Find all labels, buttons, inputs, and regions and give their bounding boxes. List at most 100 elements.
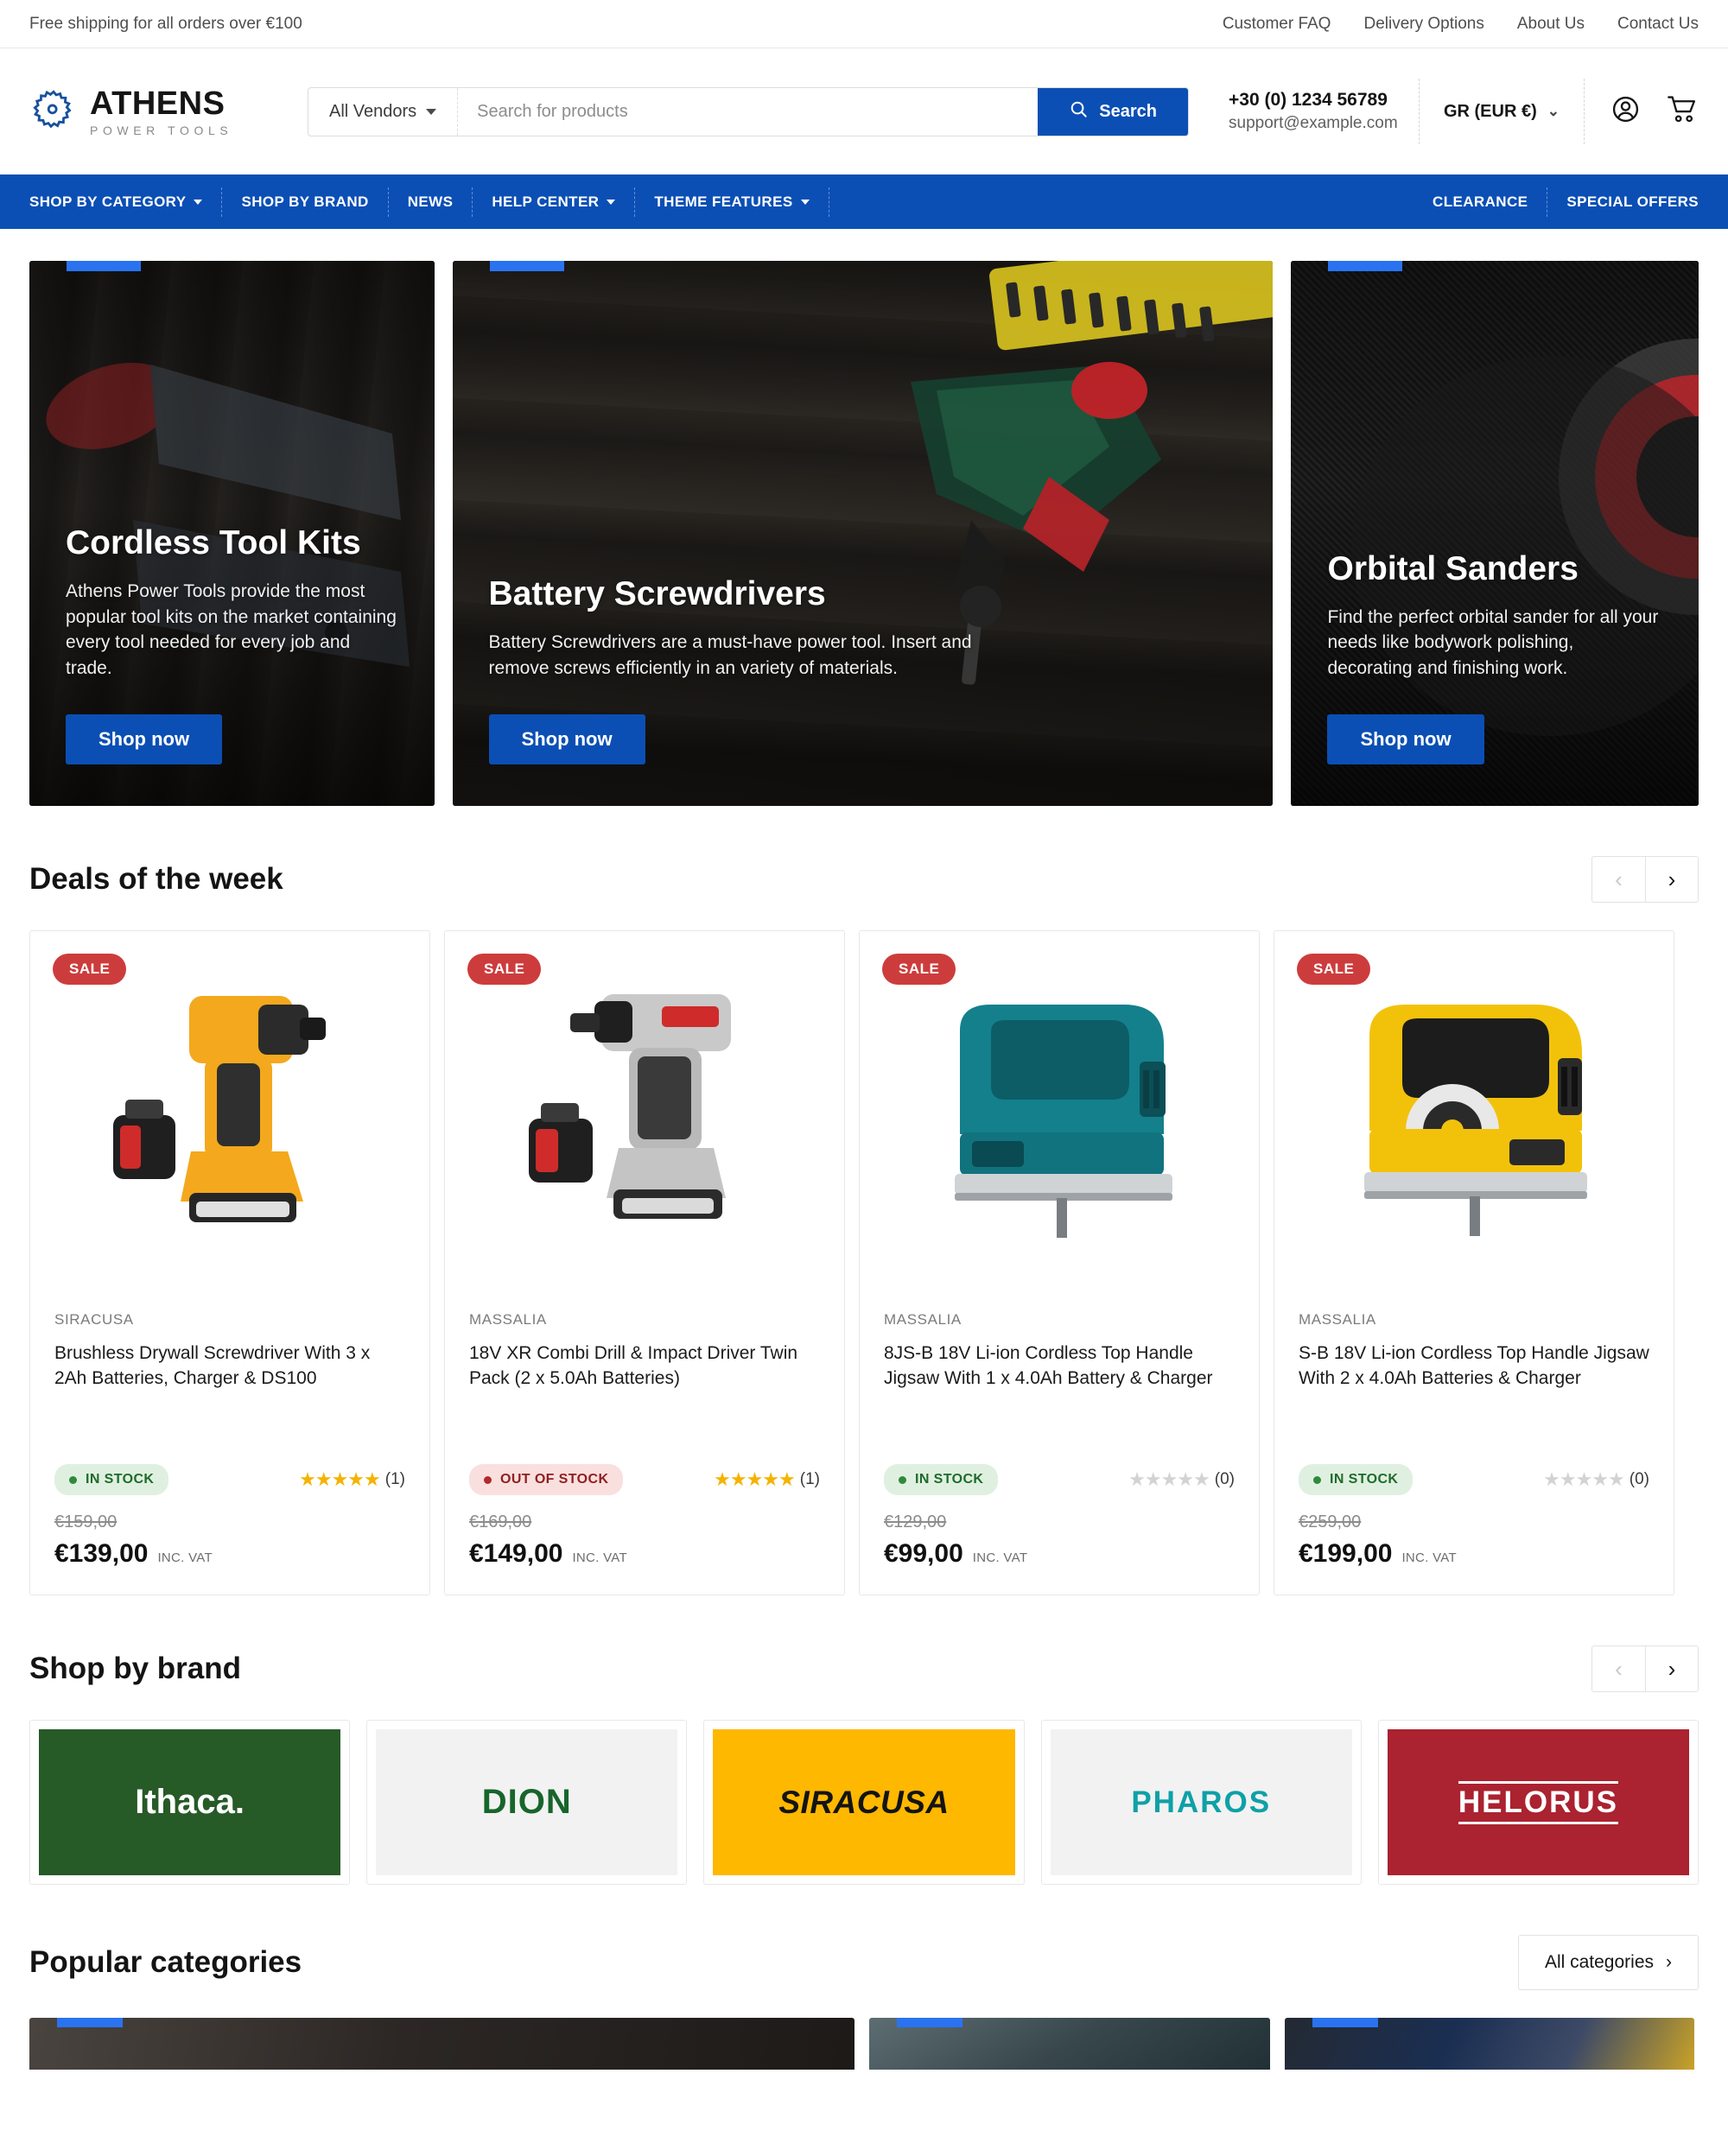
shopping-cart-icon[interactable] <box>1667 94 1699 129</box>
nav-item-theme-features[interactable]: THEME FEATURES <box>635 187 829 217</box>
status-badge: OUT OF STOCK <box>469 1464 624 1495</box>
banner-shop-now-button[interactable]: Shop now <box>66 714 223 764</box>
product-rating[interactable]: ★★★★★ (1) <box>299 1468 405 1491</box>
star-rating-icon: ★★★★★ <box>1543 1468 1625 1490</box>
nav-item-clearance[interactable]: CLEARANCE <box>1414 187 1548 217</box>
product-price: €149,00 <box>469 1539 563 1568</box>
gear-icon <box>29 87 78 136</box>
banner-description: Find the perfect orbital sander for all … <box>1327 606 1659 679</box>
chevron-left-icon[interactable]: ‹ <box>1591 856 1645 903</box>
product-title[interactable]: 8JS-B 18V Li-ion Cordless Top Handle Jig… <box>884 1341 1235 1392</box>
user-account-icon[interactable] <box>1610 94 1641 129</box>
contact-phone[interactable]: +30 (0) 1234 56789 <box>1229 88 1398 112</box>
site-logo[interactable]: ATHENS POWER TOOLS <box>29 87 289 136</box>
utility-link-contact-us[interactable]: Contact Us <box>1617 15 1699 34</box>
brand-card-dion[interactable]: DION <box>366 1720 688 1885</box>
nav-label: NEWS <box>407 193 454 210</box>
product-rating[interactable]: ★★★★★ (1) <box>714 1468 820 1491</box>
product-card[interactable]: SALE <box>1274 930 1674 1595</box>
product-meta: IN STOCK ★★★★★ (1) <box>54 1464 405 1495</box>
product-brand[interactable]: MASSALIA <box>469 1311 820 1328</box>
product-rating[interactable]: ★★★★★ (0) <box>1128 1468 1235 1491</box>
category-card[interactable] <box>29 2018 854 2070</box>
currency-selector[interactable]: GR (EUR €) ⌄ <box>1418 79 1585 144</box>
product-brand[interactable]: SIRACUSA <box>54 1311 405 1328</box>
product-meta: IN STOCK ★★★★★ (0) <box>884 1464 1235 1495</box>
banner-accent-tab <box>897 2018 962 2027</box>
banner-title: Cordless Tool Kits <box>66 523 361 561</box>
hero-banner-row: Cordless Tool Kits Athens Power Tools pr… <box>0 229 1728 806</box>
shop-by-brand-section: Shop by brand ‹ › Ithaca. DION SIRACUSA … <box>0 1595 1728 1885</box>
nav-item-shop-by-brand[interactable]: SHOP BY BRAND <box>222 187 389 217</box>
category-background-image <box>29 2018 854 2070</box>
product-card[interactable]: SALE <box>29 930 430 1595</box>
star-rating-icon: ★★★★★ <box>299 1468 381 1490</box>
hero-banner-orbital-sanders[interactable]: Orbital Sanders Find the perfect orbital… <box>1291 261 1699 806</box>
site-header: ATHENS POWER TOOLS All Vendors Search +3… <box>0 48 1728 174</box>
status-dot-icon <box>899 1475 906 1484</box>
product-old-price: €169,00 <box>469 1512 532 1531</box>
banner-accent-tab <box>57 2018 123 2027</box>
utility-link-customer-faq[interactable]: Customer FAQ <box>1223 15 1331 34</box>
nav-label: SHOP BY BRAND <box>241 193 369 210</box>
category-card[interactable] <box>1285 2018 1694 2070</box>
sale-badge: SALE <box>53 954 127 985</box>
search-input[interactable] <box>458 87 1039 136</box>
product-card[interactable]: SALE MASSALIA 8JS-B 18V Li-ion Cordless … <box>859 930 1260 1595</box>
vat-label: INC. VAT <box>572 1550 627 1565</box>
search-button-label: Search <box>1099 101 1157 121</box>
banner-shop-now-button[interactable]: Shop now <box>1327 714 1484 764</box>
status-badge: IN STOCK <box>884 1464 999 1495</box>
product-title[interactable]: 18V XR Combi Drill & Impact Driver Twin … <box>469 1341 820 1392</box>
banner-title: Battery Screwdrivers <box>488 575 826 613</box>
brand-card-pharos[interactable]: PHAROS <box>1040 1720 1362 1885</box>
product-title[interactable]: S-B 18V Li-ion Cordless Top Handle Jigsa… <box>1299 1341 1649 1392</box>
banner-accent-tab <box>1312 2018 1378 2027</box>
section-title: Popular categories <box>29 1945 302 1979</box>
review-count: (0) <box>1214 1470 1235 1488</box>
hero-banner-battery-screwdrivers[interactable]: Battery Screwdrivers Battery Screwdriver… <box>452 261 1274 806</box>
hero-banner-cordless-tool-kits[interactable]: Cordless Tool Kits Athens Power Tools pr… <box>29 261 435 806</box>
product-rating[interactable]: ★★★★★ (0) <box>1543 1468 1649 1491</box>
chevron-left-icon[interactable]: ‹ <box>1591 1646 1645 1692</box>
utility-link-delivery-options[interactable]: Delivery Options <box>1363 15 1483 34</box>
brand-card-siracusa[interactable]: SIRACUSA <box>703 1720 1025 1885</box>
chevron-right-icon[interactable]: › <box>1645 856 1699 903</box>
product-image-box: SALE <box>860 931 1259 1311</box>
contact-email[interactable]: support@example.com <box>1229 112 1398 135</box>
stock-label: OUT OF STOCK <box>500 1472 609 1487</box>
section-title: Deals of the week <box>29 862 283 896</box>
product-brand[interactable]: MASSALIA <box>1299 1311 1649 1328</box>
nav-item-news[interactable]: NEWS <box>389 187 473 217</box>
product-title[interactable]: Brushless Drywall Screwdriver With 3 x 2… <box>54 1341 405 1392</box>
brand-card-ithaca[interactable]: Ithaca. <box>29 1720 351 1885</box>
brand-section-header: Shop by brand ‹ › <box>29 1595 1699 1720</box>
chevron-right-icon: › <box>1666 1952 1672 1972</box>
product-price: €199,00 <box>1299 1539 1393 1568</box>
chevron-right-icon[interactable]: › <box>1645 1646 1699 1692</box>
nav-item-help-center[interactable]: HELP CENTER <box>473 187 636 217</box>
all-categories-button[interactable]: All categories › <box>1517 1935 1699 1990</box>
vat-label: INC. VAT <box>972 1550 1028 1565</box>
main-nav-right: CLEARANCE SPECIAL OFFERS <box>1414 174 1699 229</box>
product-card[interactable]: SALE <box>444 930 845 1595</box>
product-brand[interactable]: MASSALIA <box>884 1311 1235 1328</box>
deals-section-header: Deals of the week ‹ › <box>29 806 1699 930</box>
status-badge: IN STOCK <box>1299 1464 1414 1495</box>
deals-of-the-week-section: Deals of the week ‹ › SALE SIRACUSA Brus… <box>0 806 1728 1595</box>
nav-item-special-offers[interactable]: SPECIAL OFFERS <box>1547 187 1699 217</box>
nav-item-shop-by-category[interactable]: SHOP BY CATEGORY <box>29 187 223 217</box>
category-card[interactable] <box>869 2018 1270 2070</box>
brand-card-helorus[interactable]: HELORUS <box>1377 1720 1699 1885</box>
search-button[interactable]: Search <box>1038 87 1188 136</box>
logo-tagline: POWER TOOLS <box>90 123 233 137</box>
brand-grid: Ithaca. DION SIRACUSA PHAROS HELORUS <box>29 1720 1699 1885</box>
review-count: (0) <box>1629 1470 1649 1488</box>
status-dot-icon <box>484 1475 492 1484</box>
banner-shop-now-button[interactable]: Shop now <box>488 714 645 764</box>
utility-link-about-us[interactable]: About Us <box>1517 15 1585 34</box>
review-count: (1) <box>384 1470 405 1488</box>
product-old-price: €159,00 <box>54 1512 118 1531</box>
main-navigation: SHOP BY CATEGORY SHOP BY BRAND NEWS HELP… <box>0 174 1728 229</box>
vendor-select[interactable]: All Vendors <box>308 87 459 136</box>
